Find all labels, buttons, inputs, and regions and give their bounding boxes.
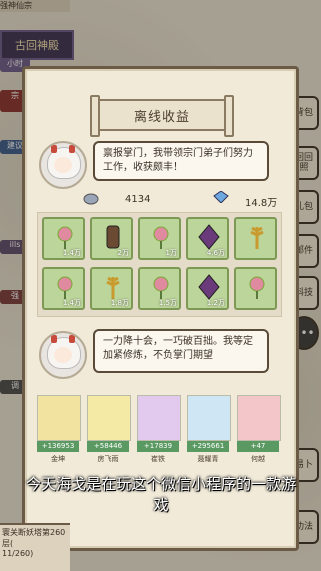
reward-item[interactable]: 1.8万 bbox=[90, 267, 133, 310]
disciple-gain: +58446 bbox=[87, 441, 129, 452]
resource-stone-value: 14.8万 bbox=[245, 198, 278, 209]
flower-icon bbox=[153, 226, 169, 249]
reward-item[interactable]: 4.6万 bbox=[186, 217, 229, 260]
disciple-card[interactable]: +136953 金坤 bbox=[37, 395, 81, 483]
crystal-icon bbox=[198, 274, 220, 300]
reward-qty: 1.5万 bbox=[158, 299, 177, 307]
disciple-name: 何越 bbox=[251, 455, 265, 463]
report-bubble: 禀报掌门，我带领宗门弟子们努力工作，收获颇丰！ bbox=[93, 141, 269, 181]
tower-line-1: 寰关断妖塔第260层( bbox=[2, 528, 66, 548]
reward-item[interactable] bbox=[234, 267, 277, 310]
reward-qty: 1.8万 bbox=[110, 299, 129, 307]
disciple-portrait bbox=[37, 395, 81, 441]
flower-icon bbox=[153, 276, 169, 299]
reward-qty: 1.4万 bbox=[62, 249, 81, 257]
crystal-icon bbox=[198, 224, 220, 250]
reward-item[interactable]: 1.5万 bbox=[138, 267, 181, 310]
disciple-name: 崔铁 bbox=[151, 455, 165, 463]
disciple-portrait bbox=[237, 395, 281, 441]
panel-title-frame: 离线收益 bbox=[90, 95, 234, 137]
disciple-gain: +47 bbox=[237, 441, 279, 452]
disciple-portrait bbox=[187, 395, 231, 441]
reward-grid: 1.4万 2万 1万 4.6万 1.4万 1.8万 1.5万 1.2万 bbox=[37, 212, 282, 317]
disciple-name: 聂耀青 bbox=[197, 455, 219, 463]
reward-qty: 1万 bbox=[165, 249, 177, 257]
reward-item[interactable]: 1.2万 bbox=[186, 267, 229, 310]
disciple-avatar-2 bbox=[39, 331, 87, 379]
tower-progress[interactable]: 寰关断妖塔第260层( 11/260) bbox=[0, 523, 70, 571]
reward-item[interactable]: 1万 bbox=[138, 217, 181, 260]
disciple-card[interactable]: +58446 房飞雨 bbox=[87, 395, 131, 483]
flower-icon bbox=[57, 226, 73, 249]
disciple-card[interactable]: +17839 崔铁 bbox=[137, 395, 181, 483]
resource-coin-value: 4134 bbox=[125, 194, 151, 205]
disciple-card[interactable]: +295661 聂耀青 bbox=[187, 395, 231, 483]
disciple-portrait bbox=[137, 395, 181, 441]
flower-icon bbox=[249, 276, 265, 299]
reward-item[interactable]: 1.4万 bbox=[42, 267, 85, 310]
coin-icon bbox=[83, 193, 99, 205]
disciple-portrait bbox=[87, 395, 131, 441]
disciple-gain: +136953 bbox=[37, 441, 79, 452]
tower-line-2: 11/260) bbox=[2, 549, 34, 558]
disciple-avatar bbox=[39, 141, 87, 189]
flower-icon bbox=[57, 276, 73, 299]
reward-qty: 2万 bbox=[117, 249, 129, 257]
reward-item[interactable]: 1.4万 bbox=[42, 217, 85, 260]
disciple-gain: +295661 bbox=[187, 441, 229, 452]
spirit-stone-icon bbox=[213, 191, 229, 203]
wood-log-icon bbox=[106, 225, 120, 249]
video-subtitle: 今天海戈是在玩这个微信小程序的一款游戏 bbox=[26, 475, 297, 514]
reward-qty: 4.6万 bbox=[206, 249, 225, 257]
disciple-card[interactable]: +47 何越 bbox=[237, 395, 281, 483]
disciple-name: 金坤 bbox=[51, 455, 65, 463]
reward-item[interactable] bbox=[234, 217, 277, 260]
reward-item[interactable]: 2万 bbox=[90, 217, 133, 260]
motto-bubble: 一力降十会，一巧破百拙。我等定加紧修炼，不负掌门期望 bbox=[93, 329, 269, 373]
panel-title: 离线收益 bbox=[133, 109, 190, 125]
wheat-icon bbox=[106, 276, 120, 299]
wheat-icon bbox=[250, 226, 264, 249]
reward-qty: 1.2万 bbox=[206, 299, 225, 307]
disciple-name: 房飞雨 bbox=[97, 455, 119, 463]
reward-qty: 1.4万 bbox=[62, 299, 81, 307]
disciple-gain: +17839 bbox=[137, 441, 179, 452]
